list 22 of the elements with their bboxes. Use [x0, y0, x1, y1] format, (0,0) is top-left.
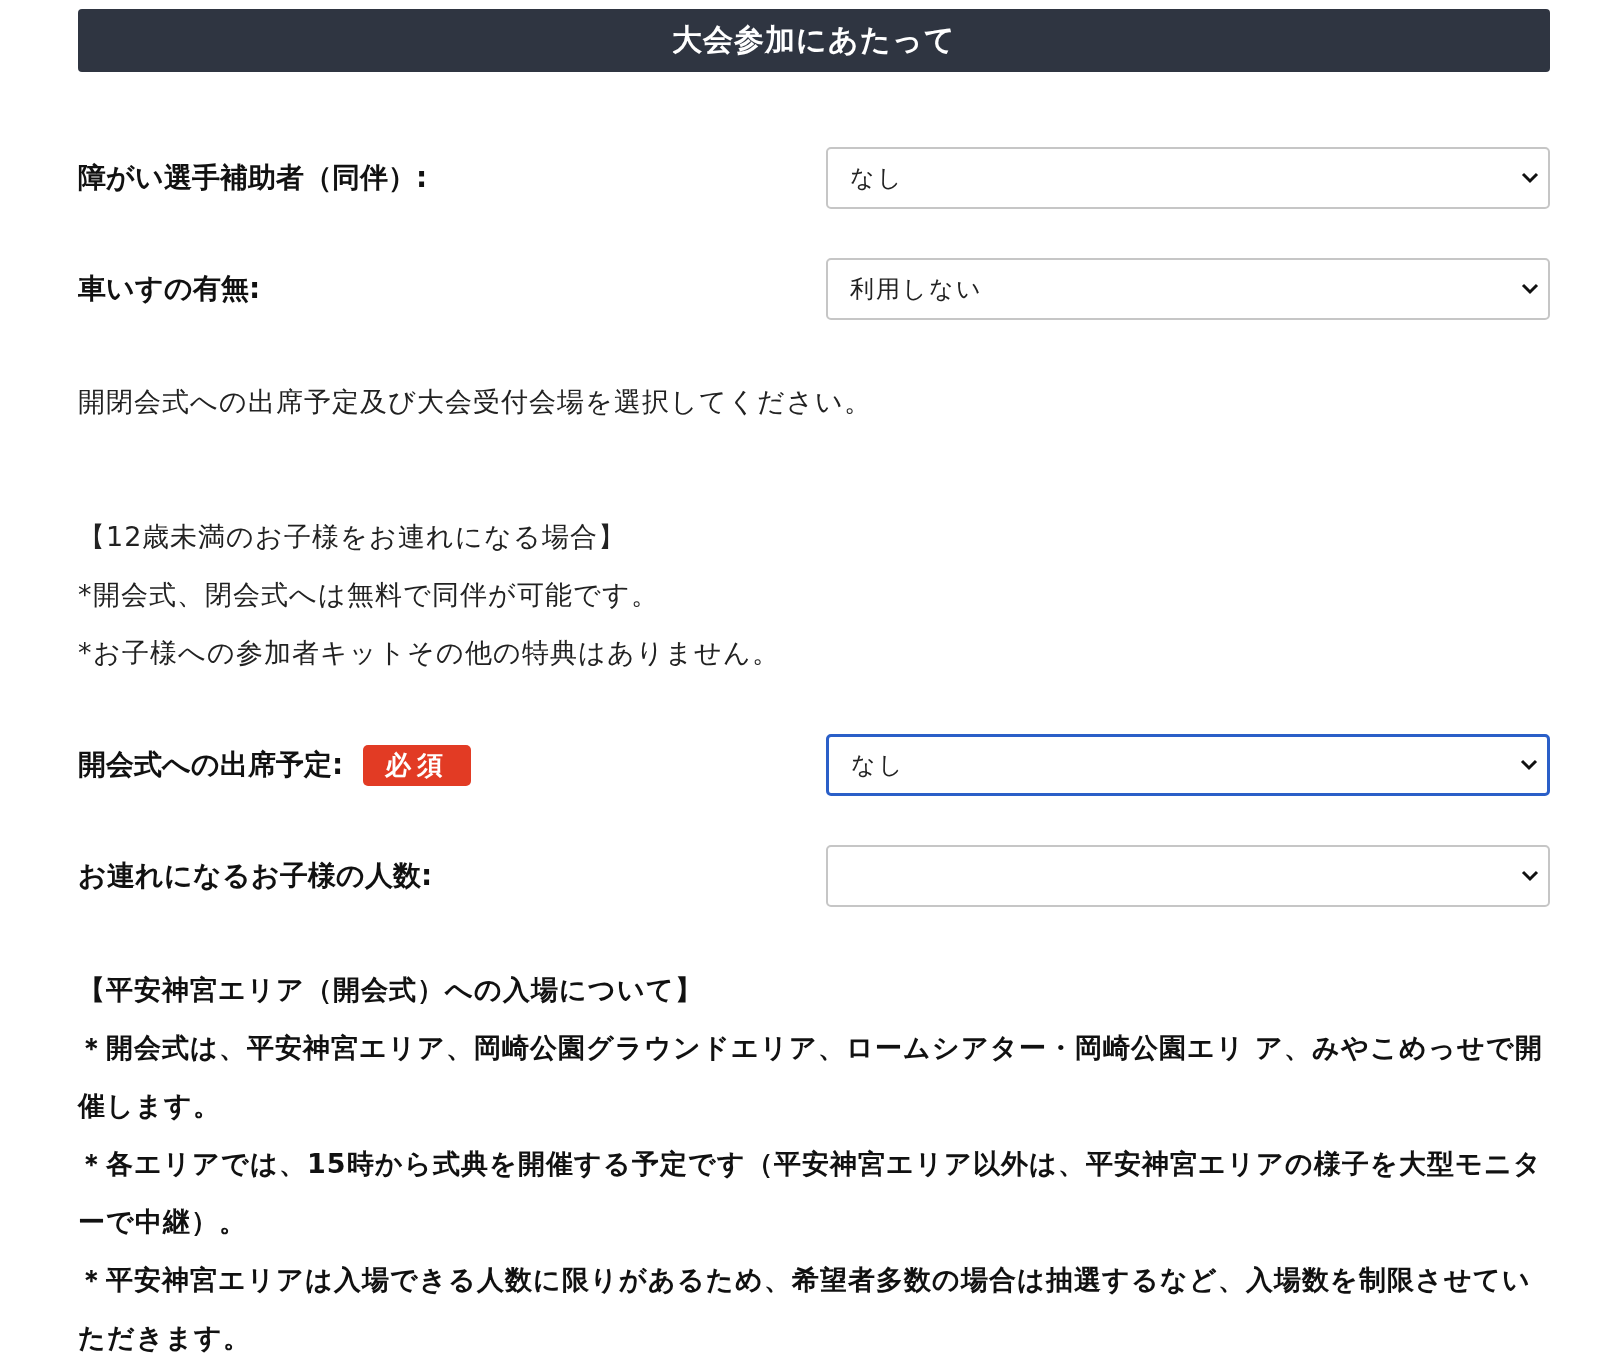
- note-line: *開会式、閉会式へは無料で同伴が可能です。: [78, 578, 660, 612]
- note-paragraph: ＊各エリアでは、15時から式典を開催する予定です（平安神宮エリア以外は、平安神宮エリアの様子を大型モニターで中継）。: [78, 1147, 1543, 1239]
- field-label: 開会式への出席予定:: [78, 747, 344, 783]
- dropdown-select[interactable]: なし: [826, 734, 1550, 796]
- chevron-down-icon: [1520, 282, 1540, 296]
- field-label: 車いすの有無:: [78, 271, 261, 307]
- section-header: 大会参加にあたって: [78, 9, 1550, 72]
- dropdown-select[interactable]: [826, 845, 1550, 907]
- note-paragraph: ＊開会式は、平安神宮エリア、岡崎公園グラウンドエリア、ロームシアター・岡崎公園エリ ア、みやこめっせで開催します。: [78, 1031, 1545, 1123]
- chevron-down-icon: [1519, 758, 1539, 772]
- field-label: お連れになるお子様の人数:: [78, 858, 433, 894]
- chevron-down-icon: [1520, 869, 1540, 883]
- required-badge: 必須: [363, 744, 472, 786]
- note-line: *お子様への参加者キットその他の特典はありません。: [78, 636, 781, 670]
- note-heading: 【平安神宮エリア（開会式）への入場について】: [78, 973, 704, 1007]
- chevron-down-icon: [1520, 171, 1540, 185]
- instruction-text: 開閉会式への出席予定及び大会受付会場を選択してください。: [78, 385, 873, 419]
- field-label: 障がい選手補助者（同伴）:: [78, 160, 428, 196]
- note-heading: 【12歳未満のお子様をお連れになる場合】: [78, 520, 628, 554]
- dropdown-select[interactable]: 利用しない: [826, 258, 1550, 320]
- note-paragraph: ＊平安神宮エリアは入場できる人数に限りがあるため、希望者多数の場合は抽選するなど、入場数を制限させていただきます。: [78, 1263, 1532, 1355]
- dropdown-select[interactable]: なし: [826, 147, 1550, 209]
